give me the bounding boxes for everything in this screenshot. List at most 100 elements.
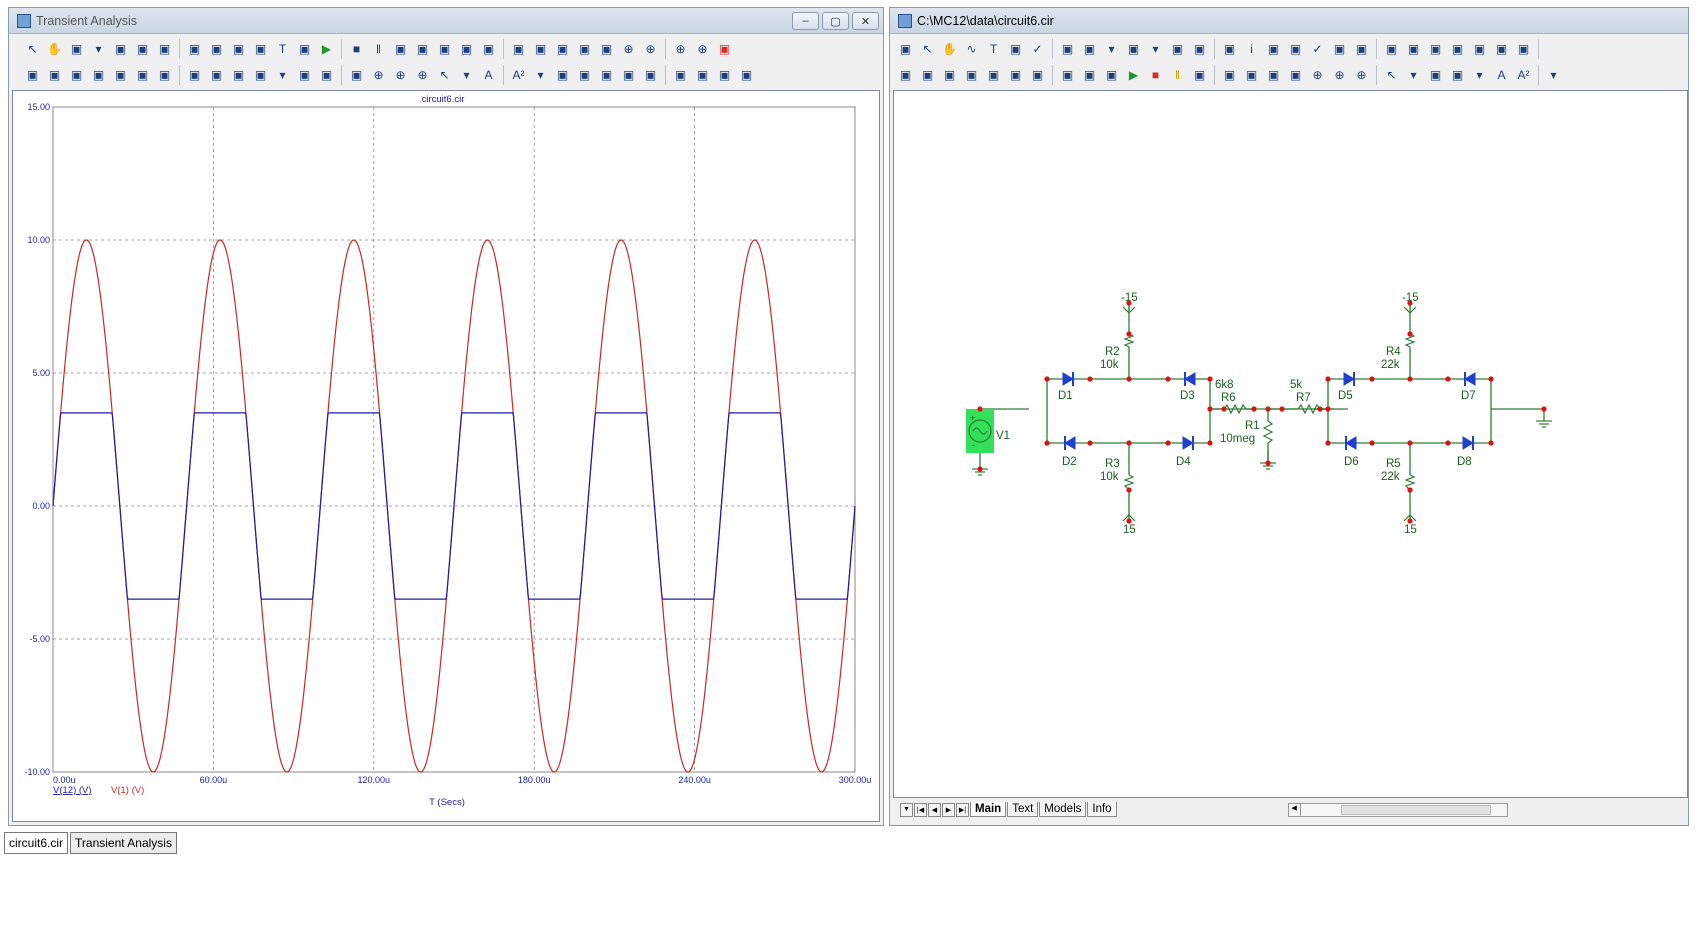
dropdown-icon[interactable]: ▾ [88, 39, 109, 60]
font-icon[interactable]: A [478, 65, 499, 86]
zoom-in-icon[interactable]: ⊕ [368, 65, 389, 86]
horizontal-scrollbar[interactable]: ◀ [1287, 802, 1508, 817]
find-icon[interactable]: ▣ [1005, 65, 1026, 86]
fit3-icon[interactable]: ▣ [228, 39, 249, 60]
layout4-icon[interactable]: ▣ [552, 39, 573, 60]
select-icon[interactable]: ↖ [22, 39, 43, 60]
title-bar[interactable]: C:\MC12\data\circuit6.cir [890, 8, 1688, 34]
minimize-button[interactable]: – [792, 12, 819, 30]
zoom-out-icon[interactable]: ⊕ [1329, 65, 1350, 86]
font-size-icon[interactable]: A² [508, 65, 529, 86]
dropdown-icon[interactable]: ▾ [1403, 65, 1424, 86]
tools-icon[interactable]: ▣ [1513, 39, 1534, 60]
wire-icon[interactable]: ∿ [961, 39, 982, 60]
check-icon[interactable]: ✓ [1027, 39, 1048, 60]
slope-icon[interactable]: ▣ [228, 65, 249, 86]
info-icon[interactable]: i [1241, 39, 1262, 60]
grid-select-icon[interactable]: ↖ [434, 65, 455, 86]
split2-icon[interactable]: ▣ [596, 39, 617, 60]
stop-icon[interactable]: ■ [346, 39, 367, 60]
rect-icon[interactable]: ▣ [917, 65, 938, 86]
image-icon[interactable]: ▣ [1425, 65, 1446, 86]
text-tool-icon[interactable]: T [983, 39, 1004, 60]
pause-icon[interactable]: ‖ [368, 39, 389, 60]
copy-icon[interactable]: ▣ [1189, 65, 1210, 86]
prev-tab-button[interactable]: ◀ [928, 802, 941, 817]
task-transient-analysis[interactable]: Transient Analysis [70, 832, 177, 854]
label-v1[interactable]: V1 [996, 430, 1010, 442]
global-low-icon[interactable]: ▣ [154, 65, 175, 86]
maximize-button[interactable]: ▢ [822, 12, 849, 30]
zoom-fit-icon[interactable]: ⊕ [412, 65, 433, 86]
paste-icon[interactable]: ▣ [574, 65, 595, 86]
table-icon[interactable]: ▣ [1189, 39, 1210, 60]
fit-icon[interactable]: ▣ [184, 39, 205, 60]
list2-icon[interactable]: ▣ [1351, 39, 1372, 60]
global-high-icon[interactable]: ▣ [132, 65, 153, 86]
align-middle-icon[interactable]: ▣ [714, 65, 735, 86]
first-tab-button[interactable]: |◀ [914, 802, 927, 817]
page2-icon[interactable]: ▣ [1079, 65, 1100, 86]
schematic-canvas[interactable]: + - V1 -15 -15 15 15 R2 10k R3 10k R4 22… [893, 90, 1688, 798]
pause-yellow-icon[interactable]: ‖ [1167, 65, 1188, 86]
circuit-diagram[interactable]: + - V1 -15 -15 15 15 R2 10k R3 10k R4 22… [894, 91, 1687, 797]
dropdown-icon[interactable]: ▾ [1101, 39, 1122, 60]
diode-icon[interactable] [1184, 372, 1196, 386]
tokens-icon[interactable]: ▣ [316, 65, 337, 86]
find2-icon[interactable]: ▣ [1027, 65, 1048, 86]
font-size-icon[interactable]: A² [1513, 65, 1534, 86]
flip-icon[interactable]: ▣ [961, 65, 982, 86]
legend-v12[interactable]: V(12) (V) [53, 785, 92, 796]
clipboard-icon[interactable]: ▣ [250, 65, 271, 86]
diode-icon[interactable] [1462, 436, 1474, 450]
diode-icon[interactable] [1062, 372, 1074, 386]
pin-icon[interactable]: ▣ [1219, 39, 1240, 60]
flip2-icon[interactable]: ▣ [983, 65, 1004, 86]
dropdown-icon[interactable]: ▾ [1469, 65, 1490, 86]
attrib-icon[interactable]: ▣ [1447, 39, 1468, 60]
stop-red-icon[interactable]: ■ [1145, 65, 1166, 86]
attrib2-icon[interactable]: ▣ [1469, 39, 1490, 60]
tab-menu-button[interactable]: ▼ [900, 802, 913, 817]
diode-icon[interactable] [1343, 372, 1355, 386]
mirror2-icon[interactable]: ▣ [1425, 39, 1446, 60]
copy-icon[interactable]: ▣ [552, 65, 573, 86]
diode-icon[interactable] [1345, 436, 1357, 450]
edit-icon[interactable]: ▣ [1101, 65, 1122, 86]
fx-icon[interactable]: ▣ [250, 39, 271, 60]
bus-icon[interactable]: ▣ [1057, 39, 1078, 60]
text-tool-icon[interactable]: T [272, 39, 293, 60]
layout3-icon[interactable]: ▣ [530, 39, 551, 60]
pan-icon[interactable]: ✋ [44, 39, 65, 60]
diode-icon[interactable] [1064, 436, 1076, 450]
task-circuit6[interactable]: circuit6.cir [4, 832, 69, 854]
peak-icon[interactable]: ▣ [22, 65, 43, 86]
dropdown-icon[interactable]: ▾ [1145, 39, 1166, 60]
pan-icon[interactable]: ✋ [939, 39, 960, 60]
zoom-out-icon[interactable]: ⊕ [390, 65, 411, 86]
attrib3-icon[interactable]: ▣ [1491, 39, 1512, 60]
component-icon[interactable]: ▣ [66, 39, 87, 60]
new-icon[interactable]: ▣ [1263, 65, 1284, 86]
delete-icon[interactable]: ▣ [1285, 65, 1306, 86]
palette-icon[interactable]: ▣ [1447, 65, 1468, 86]
page-icon[interactable]: ▣ [1057, 65, 1078, 86]
scroll-thumb[interactable] [1340, 804, 1491, 815]
dropdown-icon[interactable]: ▾ [530, 65, 551, 86]
fit2-icon[interactable]: ▣ [206, 39, 227, 60]
run-icon[interactable]: ▶ [316, 39, 337, 60]
transient-plot[interactable]: circuit6.cir 15.00 10.00 5.00 0.00 -5.00 -10.… [13, 91, 879, 821]
tool-icon[interactable]: ▣ [1263, 39, 1284, 60]
grid-icon[interactable]: ▣ [1381, 39, 1402, 60]
paste-icon[interactable]: ▣ [1219, 65, 1240, 86]
tab-info[interactable]: Info [1087, 802, 1117, 817]
layout2-icon[interactable]: ▣ [508, 39, 529, 60]
probe-icon[interactable]: ▣ [1285, 39, 1306, 60]
zoom-fit-icon[interactable]: ⊕ [670, 39, 691, 60]
dropdown-icon[interactable]: ▾ [456, 65, 477, 86]
cursor-icon[interactable]: ▣ [434, 39, 455, 60]
zoom-in-icon[interactable]: ⊕ [618, 39, 639, 60]
align-top-icon[interactable]: ▣ [692, 65, 713, 86]
tab-main[interactable]: Main [970, 802, 1007, 817]
trace-icon[interactable]: ▣ [346, 65, 367, 86]
